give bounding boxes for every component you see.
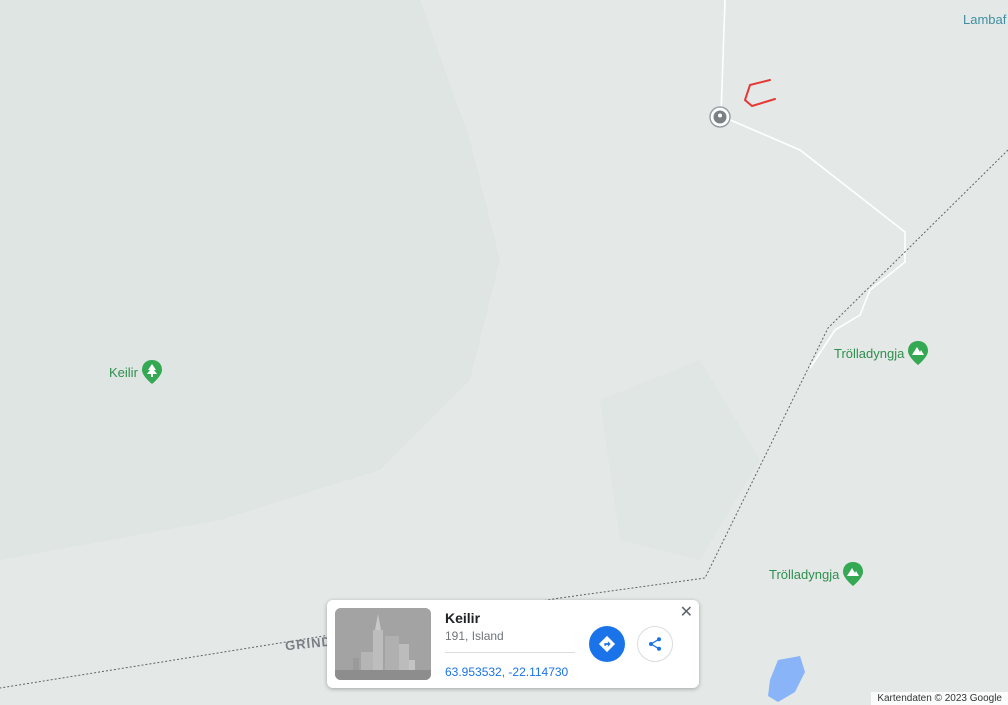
mountain-pin-icon [843, 562, 864, 586]
trolladyngja-label-2: Trölladyngja [769, 566, 840, 582]
trolladyngja-poi-1[interactable]: Trölladyngja [834, 341, 929, 365]
place-address: 191, Island [445, 629, 504, 643]
directions-button[interactable] [589, 626, 625, 662]
keilir-label: Keilir [109, 364, 138, 380]
trolladyngja-label-1: Trölladyngja [834, 345, 905, 361]
trolladyngja-poi-2[interactable]: Trölladyngja [769, 562, 864, 586]
location-pin-icon[interactable] [709, 106, 731, 128]
park-pin-icon [141, 360, 162, 384]
place-thumbnail[interactable] [335, 608, 431, 680]
lambaf-label: Lambaf [963, 12, 1007, 27]
keilir-poi[interactable]: Keilir [109, 360, 162, 384]
building-illustration-icon [335, 608, 431, 680]
directions-icon [598, 635, 616, 653]
place-title: Keilir [445, 610, 481, 626]
place-coordinates[interactable]: 63.953532, -22.114730 [445, 665, 568, 679]
mountain-pin-icon [908, 341, 929, 365]
card-divider [445, 652, 575, 653]
share-button[interactable] [637, 626, 673, 662]
close-card-button[interactable]: ✕ [680, 602, 693, 622]
place-info-card[interactable]: Keilir 191, Island 63.953532, -22.114730… [327, 600, 699, 688]
share-icon [649, 637, 661, 651]
map-attribution: Kartendaten © 2023 Google [871, 692, 1008, 705]
